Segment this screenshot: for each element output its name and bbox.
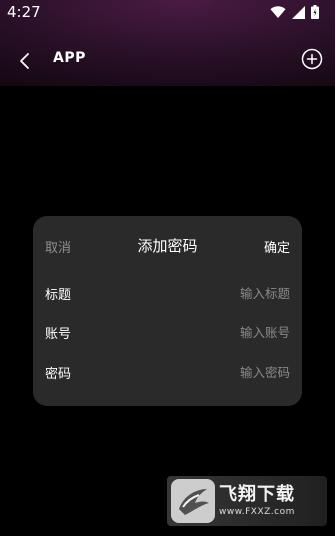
signal-icon [292,5,305,19]
header: 4:27 APP [0,0,335,86]
status-icons [270,5,319,19]
add-circle-icon[interactable] [301,48,323,70]
title-row: 标题 [33,282,302,306]
cancel-button[interactable]: 取消 [45,237,71,256]
title-label: 标题 [45,288,72,303]
account-input[interactable] [150,321,290,343]
password-input[interactable] [150,361,290,383]
page-title: APP [53,50,86,66]
fxxz-logo-icon [171,479,215,523]
back-arrow-icon[interactable] [14,49,38,73]
password-row: 密码 [33,361,302,385]
battery-icon [311,5,319,19]
top-nav: APP [0,40,335,80]
account-row: 账号 [33,321,302,345]
wifi-icon [270,5,286,18]
status-time: 4:27 [7,3,41,21]
account-label: 账号 [45,327,72,342]
watermark-name: 飞翔下载 [219,483,295,505]
watermark: 飞翔下载 www.FXXZ.com [167,476,327,526]
confirm-button[interactable]: 确定 [264,237,290,256]
add-password-dialog: 添加密码 取消 确定 标题 账号 密码 [33,216,302,406]
watermark-text: 飞翔下载 www.FXXZ.com [219,483,295,517]
status-bar: 4:27 [0,0,335,26]
password-label: 密码 [45,367,72,382]
dialog-title: 添加密码 [137,237,198,255]
title-input[interactable] [150,282,290,304]
watermark-url: www.FXXZ.com [219,506,295,517]
